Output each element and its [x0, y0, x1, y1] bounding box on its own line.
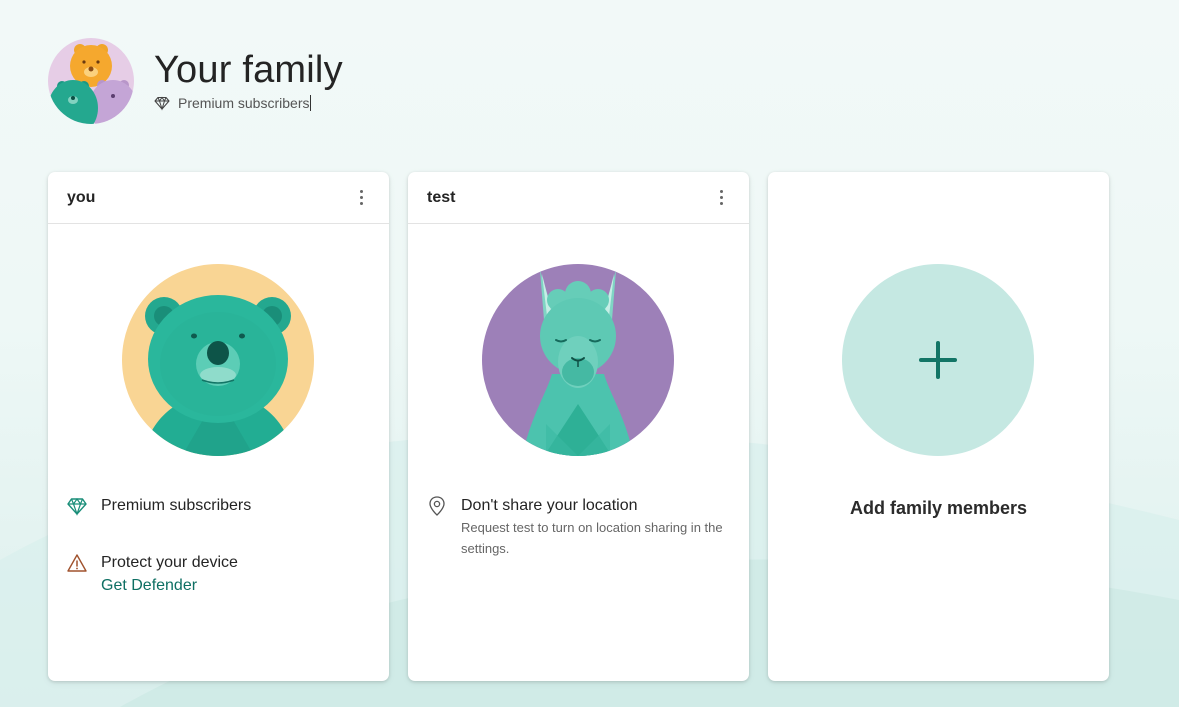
- member-card-test[interactable]: test Don't share your location Request t…: [408, 172, 749, 681]
- subscription-label: Premium subscribers: [154, 95, 343, 111]
- card-header: you: [48, 172, 389, 224]
- protect-device-text: Protect your device: [101, 554, 238, 571]
- diamond-icon: [67, 497, 87, 516]
- add-member-label[interactable]: Add family members: [768, 498, 1109, 519]
- protect-device-row: Protect your device Get Defender: [66, 552, 238, 598]
- card-header: test: [408, 172, 749, 224]
- plus-icon: [919, 341, 957, 379]
- diamond-icon: [154, 96, 170, 111]
- subscription-row: Premium subscribers: [66, 495, 251, 517]
- family-header: Your family Premium subscribers: [48, 38, 343, 124]
- subscription-text: Premium subscribers: [101, 497, 252, 514]
- member-name: you: [67, 188, 96, 206]
- location-pin-icon: [429, 496, 445, 516]
- more-options-button[interactable]: [711, 186, 731, 210]
- bear-avatar[interactable]: [122, 264, 314, 456]
- get-defender-link[interactable]: Get Defender: [101, 574, 238, 598]
- warning-icon: [67, 554, 87, 572]
- add-member-button[interactable]: [842, 264, 1034, 456]
- text-caret: [310, 95, 312, 111]
- page-title: Your family: [154, 49, 343, 91]
- family-avatar: [48, 38, 134, 124]
- llama-avatar[interactable]: [482, 264, 674, 456]
- location-subtext: Request test to turn on location sharing…: [461, 520, 723, 556]
- member-card-you[interactable]: you Premium subscribers Protect your dev…: [48, 172, 389, 681]
- more-options-button[interactable]: [351, 186, 371, 210]
- add-member-card[interactable]: Add family members: [768, 172, 1109, 681]
- subtitle-text: Premium subscribers: [178, 95, 310, 111]
- location-row: Don't share your location Request test t…: [426, 495, 731, 559]
- location-text: Don't share your location: [461, 497, 638, 514]
- member-name: test: [427, 188, 456, 206]
